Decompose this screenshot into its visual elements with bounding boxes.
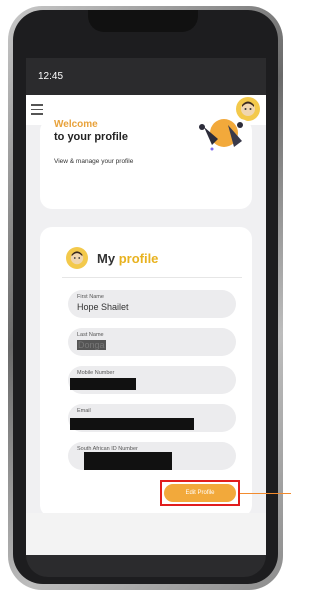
phone-notch: [88, 10, 198, 32]
email-label: Email: [77, 408, 91, 414]
profile-title-accent: profile: [118, 250, 159, 266]
welcome-subheading: to your profile: [54, 131, 128, 143]
illustration: [190, 119, 250, 153]
divider: [62, 277, 242, 278]
id-number-field[interactable]: South African ID Number: [68, 442, 236, 470]
profile-title: My profile: [97, 251, 158, 266]
welcome-card: Welcome to your profile View & manage yo…: [40, 119, 252, 209]
last-name-field[interactable]: Last Name Donga: [68, 328, 236, 356]
menu-icon[interactable]: [31, 104, 43, 118]
screen-bottom-bar: [26, 555, 266, 577]
mobile-number-redaction: [70, 378, 136, 390]
annotation-pointer: [240, 493, 291, 494]
mobile-number-field[interactable]: Mobile Number: [68, 366, 236, 394]
id-number-redaction: [84, 452, 172, 470]
avatar-icon[interactable]: [236, 97, 260, 121]
last-name-value: Donga: [77, 340, 106, 350]
profile-header: My profile: [66, 247, 158, 269]
last-name-label: Last Name: [77, 332, 104, 338]
highlight-box: [160, 480, 240, 506]
mobile-number-label: Mobile Number: [77, 370, 115, 376]
first-name-label: First Name: [77, 294, 104, 300]
profile-avatar-icon: [66, 247, 88, 269]
welcome-heading: Welcome: [54, 119, 98, 130]
first-name-value: Hope Shailet: [77, 302, 129, 312]
profile-title-prefix: My: [97, 250, 116, 266]
status-time: 12:45: [38, 71, 64, 82]
email-field[interactable]: Email: [68, 404, 236, 432]
screen-bottom-area: [26, 513, 266, 555]
welcome-hint: View & manage your profile: [54, 158, 134, 165]
email-redaction: [70, 418, 194, 430]
first-name-field[interactable]: First Name Hope Shailet: [68, 290, 236, 318]
